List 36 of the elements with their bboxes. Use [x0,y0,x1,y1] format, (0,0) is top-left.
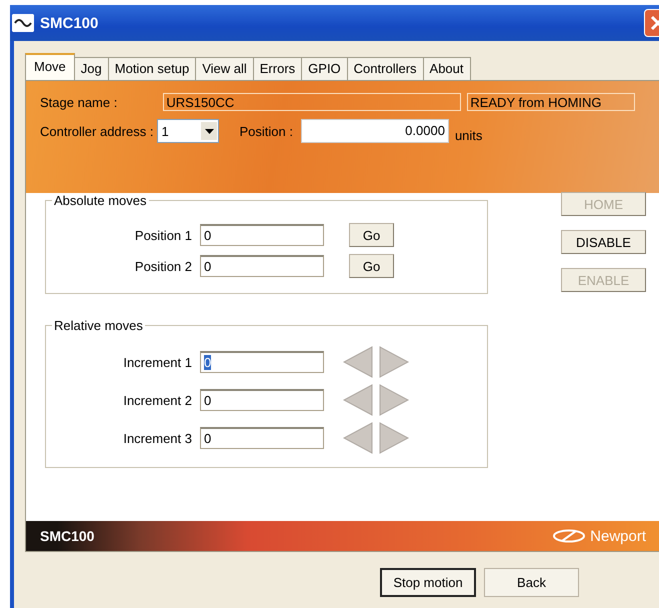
tab[interactable]: View all [195,57,254,80]
tab[interactable]: Jog [74,57,109,80]
caret-icon [204,128,214,134]
product-name: SMC100 [40,528,94,544]
position-label: Position : [239,124,293,138]
controller-address-label: Controller address : [40,124,154,138]
tab[interactable]: Move [25,53,75,80]
input-field[interactable]: 0 [200,224,324,246]
footer-button[interactable]: Stop motion [380,568,476,597]
stage-name-field: URS150CC [163,93,462,111]
row-label: Position 1 [134,228,192,242]
row-label: Position 2 [134,258,192,274]
position-field: 0.0000 [300,119,449,143]
tab[interactable]: Errors [252,57,302,80]
row-label: Increment 1 [123,354,192,370]
footer-button[interactable]: Back [484,568,579,597]
window-title: SMC100 [40,14,100,32]
logo-icon [12,14,34,32]
go-button[interactable]: Go [349,223,394,247]
tab[interactable]: Controllers [346,57,424,80]
logo-icon [552,529,586,543]
go-button[interactable]: Go [349,254,394,278]
group-title: Relative moves [53,318,144,333]
stage-name-label: Stage name : [40,94,118,110]
status-field: READY from HOMING [467,93,636,111]
tab[interactable]: Motion setup [108,57,196,80]
group-title: Absolute moves [53,193,148,208]
side-button[interactable]: DISABLE [561,230,646,254]
tab[interactable]: About [422,57,471,80]
row-label: Increment 3 [123,430,192,446]
brand-name: Newport [590,528,646,544]
address-dropdown[interactable]: 1 [157,119,220,143]
tab[interactable]: GPIO [301,57,348,80]
row-label: Increment 2 [123,392,192,408]
units-label: units [454,128,482,142]
input-field[interactable]: 0 [200,255,324,277]
